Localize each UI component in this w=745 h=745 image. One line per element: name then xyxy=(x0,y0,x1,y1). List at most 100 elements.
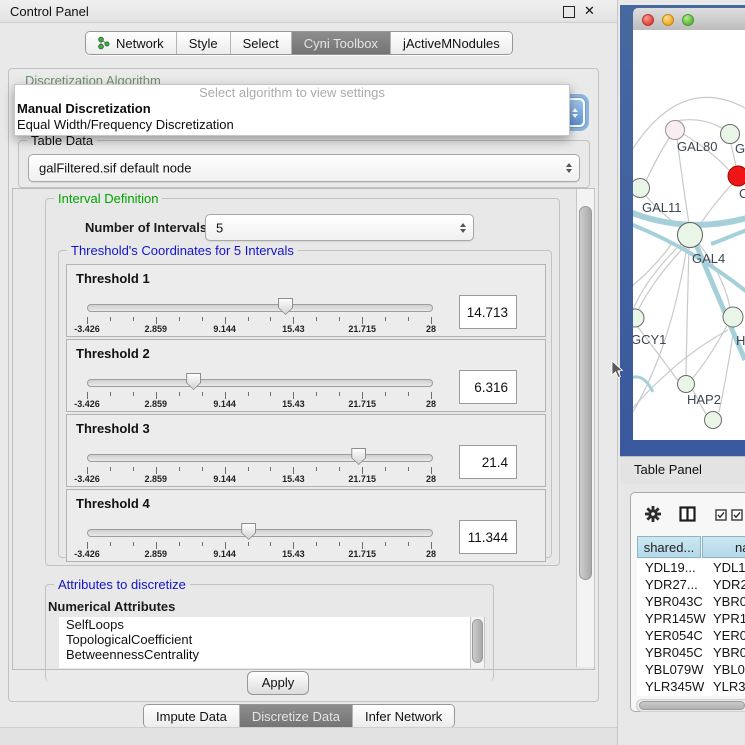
tick-mark xyxy=(431,467,432,474)
settings-scrollbar-thumb[interactable] xyxy=(579,206,592,580)
network-edge[interactable] xyxy=(646,137,670,181)
tab-infer-network[interactable]: Infer Network xyxy=(353,705,454,727)
tick-mark xyxy=(110,467,111,471)
tab-discretize-data[interactable]: Discretize Data xyxy=(240,705,353,727)
close-traffic-light-icon[interactable] xyxy=(642,14,654,26)
network-node[interactable] xyxy=(633,179,650,198)
numerical-attributes-list[interactable]: SelfLoopsTopologicalCoefficientBetweenne… xyxy=(59,617,470,668)
network-node[interactable] xyxy=(723,307,743,327)
threshold-value-field[interactable]: 11.344 xyxy=(459,520,517,554)
tab-style[interactable]: Style xyxy=(177,32,231,54)
tick-mark xyxy=(270,392,271,396)
tab-cyni-toolbox[interactable]: Cyni Toolbox xyxy=(292,32,391,54)
close-icon[interactable]: ✕ xyxy=(584,3,595,19)
apply-button[interactable]: Apply xyxy=(247,671,309,695)
tick-mark xyxy=(156,317,157,324)
network-canvas[interactable]: GAL80GAGAL11CGAL4GCY1HHAP2 xyxy=(633,30,745,440)
attribute-list-item[interactable]: BetweennessCentrality xyxy=(59,647,470,662)
column-header-name[interactable]: na xyxy=(702,536,745,558)
slider-track[interactable] xyxy=(87,454,433,462)
tick-mark xyxy=(156,467,157,474)
network-node[interactable] xyxy=(633,309,644,327)
tab-network[interactable]: Network xyxy=(86,32,177,54)
table-row[interactable]: YPR145WYPR1 xyxy=(637,610,745,627)
table-row[interactable]: YDL19...YDL1 xyxy=(637,559,745,576)
attribute-list-item[interactable]: TopologicalCoefficient xyxy=(59,632,470,647)
table-row[interactable]: YIL052CYIL0 xyxy=(637,695,745,696)
tab-label: Network xyxy=(116,36,164,51)
tick-label: 15.43 xyxy=(271,399,315,409)
algorithm-dropdown-popup: Select algorithm to view settings Manual… xyxy=(14,84,570,136)
tab-label: Select xyxy=(243,36,279,51)
table-row[interactable]: YBR045CYBR0 xyxy=(637,644,745,661)
attribute-list-item[interactable]: SelfLoops xyxy=(59,617,470,632)
table-row[interactable]: YDR27...YDR2 xyxy=(637,576,745,593)
slider-thumb[interactable] xyxy=(186,373,201,390)
slider-thumb[interactable] xyxy=(278,298,293,315)
slider-thumb[interactable] xyxy=(241,523,256,540)
tick-mark xyxy=(339,467,340,471)
minimize-traffic-light-icon[interactable] xyxy=(662,14,674,26)
dropdown-option[interactable]: Manual Discretization xyxy=(15,101,569,117)
dropdown-options: Manual DiscretizationEqual Width/Frequen… xyxy=(15,101,569,133)
tick-mark xyxy=(408,317,409,321)
tab-label: Cyni Toolbox xyxy=(304,36,378,51)
gear-icon[interactable] xyxy=(645,506,661,522)
tick-label: 21.715 xyxy=(340,549,384,559)
tab-impute-data[interactable]: Impute Data xyxy=(144,705,240,727)
zoom-traffic-light-icon[interactable] xyxy=(682,14,694,26)
tick-mark xyxy=(179,392,180,396)
table-rows[interactable]: YDL19...YDL1YDR27...YDR2YBR043CYBR0YPR14… xyxy=(637,559,745,696)
number-of-intervals-combobox[interactable]: 5 xyxy=(205,214,474,241)
checkbox-icon[interactable] xyxy=(731,509,744,521)
network-graph[interactable]: GAL80GAGAL11CGAL4GCY1HHAP2 xyxy=(633,30,745,440)
slider-track[interactable] xyxy=(87,304,433,312)
network-edge-highlighted[interactable] xyxy=(711,230,745,244)
network-node[interactable] xyxy=(666,121,685,140)
network-edge[interactable] xyxy=(719,327,734,412)
combo-stepper-icon[interactable] xyxy=(460,223,466,233)
dropdown-option[interactable]: Equal Width/Frequency Discretization xyxy=(15,117,569,133)
table-data-combobox[interactable]: galFiltered.sif default node xyxy=(28,154,580,182)
network-node[interactable] xyxy=(678,376,695,393)
float-window-icon[interactable] xyxy=(563,6,575,18)
attributes-list-scrollbar[interactable] xyxy=(470,617,485,668)
tick-mark xyxy=(362,392,363,399)
threshold-value-field[interactable]: 6.316 xyxy=(459,370,517,404)
tab-select[interactable]: Select xyxy=(231,32,292,54)
network-node[interactable] xyxy=(705,412,722,429)
tick-mark xyxy=(385,542,386,546)
tick-mark xyxy=(316,392,317,396)
table-row[interactable]: YLR345WYLR3 xyxy=(637,678,745,695)
tick-mark xyxy=(431,542,432,549)
combo-stepper-icon[interactable] xyxy=(566,163,572,173)
slider-track[interactable] xyxy=(87,379,433,387)
table-row[interactable]: YER054CYER0 xyxy=(637,627,745,644)
tick-mark xyxy=(385,392,386,396)
table-row[interactable]: YBL079WYBL0 xyxy=(637,661,745,678)
threshold-value-field[interactable]: 14.713 xyxy=(459,295,517,329)
table-row[interactable]: YBR043CYBR0 xyxy=(637,593,745,610)
attributes-scrollbar-thumb[interactable] xyxy=(472,619,483,663)
slider-thumb[interactable] xyxy=(351,448,366,465)
tick-mark xyxy=(179,317,180,321)
number-of-intervals-value: 5 xyxy=(216,220,223,235)
checkbox-icon[interactable] xyxy=(715,509,728,521)
slider-track[interactable] xyxy=(87,529,433,537)
table-hscrollbar-thumb[interactable] xyxy=(639,701,745,710)
tab-jactivemnodules[interactable]: jActiveMNodules xyxy=(391,32,512,54)
split-view-icon[interactable] xyxy=(679,506,696,522)
network-edge[interactable] xyxy=(637,246,685,312)
network-node[interactable] xyxy=(728,166,745,186)
settings-panel-scrollbar[interactable] xyxy=(576,189,595,667)
tick-mark xyxy=(156,542,157,549)
tick-label: 15.43 xyxy=(271,549,315,559)
tick-label: 21.715 xyxy=(340,474,384,484)
tick-mark xyxy=(270,317,271,321)
threshold-label: Threshold 3 xyxy=(76,421,150,436)
threshold-value-field[interactable]: 21.4 xyxy=(459,445,517,479)
network-node[interactable] xyxy=(678,223,703,248)
column-header-shared[interactable]: shared... xyxy=(637,536,701,558)
table-hscrollbar[interactable] xyxy=(636,699,745,712)
tick-label: 21.715 xyxy=(340,399,384,409)
